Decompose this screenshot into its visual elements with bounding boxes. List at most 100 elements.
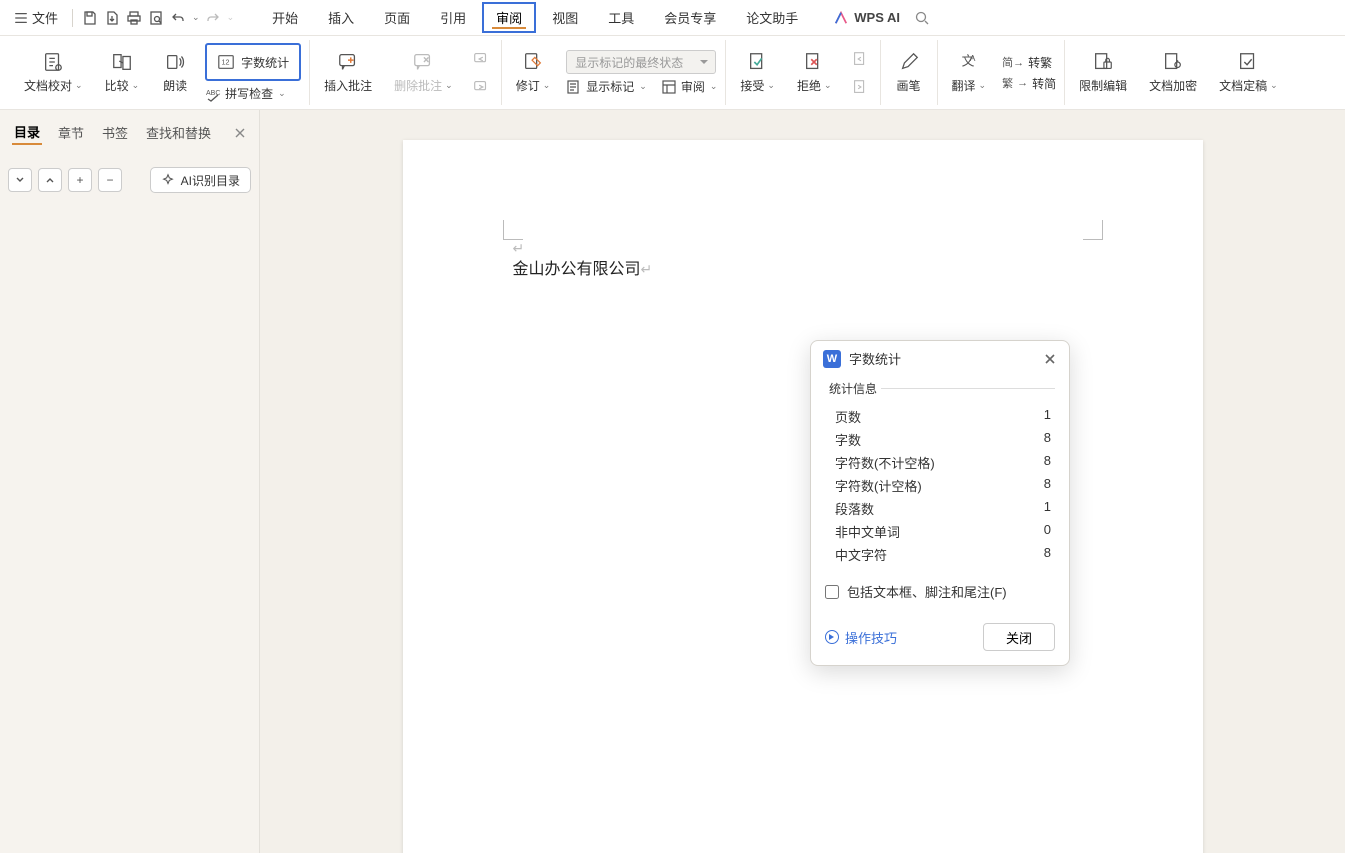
- delete-comment-icon: [412, 51, 434, 73]
- reject-label: 拒绝: [797, 77, 821, 94]
- stat-value: 8: [1044, 453, 1051, 472]
- save-icon[interactable]: [81, 9, 99, 27]
- stat-value: 0: [1044, 522, 1051, 541]
- comment-nav-stack: [469, 47, 493, 99]
- nav-tab-bookmarks[interactable]: 书签: [100, 121, 130, 144]
- tab-thesis[interactable]: 论文助手: [732, 2, 812, 33]
- close-icon: [1043, 352, 1057, 366]
- next-change-button[interactable]: [848, 75, 872, 99]
- tab-insert[interactable]: 插入: [314, 2, 368, 33]
- document-canvas[interactable]: ↵ 金山办公有限公司↵: [260, 110, 1345, 853]
- ribbon-group-proofing: 文档校对⌄ 比较⌄ 朗读 12 字数统计 ABC 拼写检查⌄: [10, 40, 310, 105]
- translate-button[interactable]: 文A 翻译⌄: [946, 47, 993, 98]
- nav-tabs: 目录 章节 书签 查找和替换: [8, 120, 251, 153]
- wps-ai-button[interactable]: WPS AI: [834, 10, 900, 25]
- speaker-icon: [164, 51, 186, 73]
- pen-button[interactable]: 画笔: [889, 47, 929, 98]
- search-icon[interactable]: [914, 10, 930, 26]
- include-textboxes-input[interactable]: [825, 585, 839, 599]
- accept-button[interactable]: 接受⌄: [734, 47, 781, 98]
- prev-comment-button[interactable]: [469, 47, 493, 71]
- restrict-editing-label: 限制编辑: [1079, 77, 1127, 94]
- to-traditional-label: 转繁: [1028, 54, 1052, 71]
- sc-tc-stack: 简→ 转繁 繁→ 转简: [1002, 54, 1056, 92]
- restrict-editing-button[interactable]: 限制编辑: [1073, 47, 1133, 98]
- print-preview-icon[interactable]: [147, 9, 165, 27]
- tips-link[interactable]: 操作技巧: [825, 628, 897, 647]
- next-comment-button[interactable]: [469, 75, 493, 99]
- remove-level-button[interactable]: −: [98, 168, 122, 192]
- content-area: 目录 章节 书签 查找和替换 + − AI识别目录: [0, 110, 1345, 853]
- tab-reference[interactable]: 引用: [426, 2, 480, 33]
- include-textboxes-label: 包括文本框、脚注和尾注(F): [847, 582, 1007, 601]
- print-icon[interactable]: [125, 9, 143, 27]
- ai-sparkle-icon: [161, 173, 175, 187]
- include-textboxes-checkbox[interactable]: 包括文本框、脚注和尾注(F): [825, 576, 1055, 603]
- tab-tools[interactable]: 工具: [594, 2, 648, 33]
- reject-button[interactable]: 拒绝⌄: [791, 47, 838, 98]
- file-menu[interactable]: 文件: [8, 4, 64, 31]
- document-text[interactable]: 金山办公有限公司↵: [513, 257, 1093, 283]
- encrypt-button[interactable]: 文档加密: [1143, 47, 1203, 98]
- spell-check-button[interactable]: ABC 拼写检查⌄: [205, 85, 301, 102]
- close-button[interactable]: 关闭: [983, 623, 1055, 651]
- expand-all-button[interactable]: [38, 168, 62, 192]
- stat-label: 字符数(不计空格): [835, 453, 935, 472]
- margin-corner: [503, 220, 523, 240]
- to-simplified-label: 转简: [1032, 75, 1056, 92]
- stat-row-chars-nospace: 字符数(不计空格) 8: [825, 451, 1055, 474]
- collapse-all-button[interactable]: [8, 168, 32, 192]
- prev-change-button[interactable]: [848, 47, 872, 71]
- finalize-button[interactable]: 文档定稿⌄: [1213, 47, 1284, 98]
- ribbon-group-changes: 接受⌄ 拒绝⌄: [726, 40, 880, 105]
- track-changes-button[interactable]: 修订⌄: [510, 47, 557, 98]
- next-comment-icon: [472, 78, 490, 96]
- delete-comment-button[interactable]: 删除批注⌄: [388, 47, 459, 98]
- display-state-select[interactable]: 显示标记的最终状态: [566, 50, 716, 74]
- track-changes-icon: [522, 51, 544, 73]
- svg-text:ABC: ABC: [206, 90, 220, 97]
- undo-button[interactable]: [169, 9, 187, 27]
- stats-group-label: 统计信息: [825, 380, 881, 397]
- nav-tab-chapters[interactable]: 章节: [56, 121, 86, 144]
- tab-member[interactable]: 会员专享: [650, 2, 730, 33]
- ai-recognize-label: AI识别目录: [181, 172, 240, 189]
- compare-button[interactable]: 比较⌄: [99, 47, 146, 98]
- translate-label: 翻译: [952, 77, 976, 94]
- wps-ai-label: WPS AI: [854, 10, 900, 25]
- insert-comment-button[interactable]: 插入批注: [318, 47, 378, 98]
- nav-close-button[interactable]: [233, 126, 247, 140]
- to-simplified-button[interactable]: 繁→ 转简: [1002, 75, 1056, 92]
- redo-dropdown[interactable]: ⌄: [227, 12, 235, 23]
- redo-button[interactable]: [204, 9, 222, 27]
- nav-controls: + − AI识别目录: [8, 167, 251, 193]
- stat-label: 字数: [835, 430, 861, 449]
- undo-dropdown[interactable]: ⌄: [192, 12, 200, 23]
- dialog-close-button[interactable]: [1043, 352, 1057, 366]
- nav-tab-find[interactable]: 查找和替换: [144, 121, 213, 144]
- word-count-button[interactable]: 12 字数统计: [205, 43, 301, 81]
- to-traditional-button[interactable]: 简→ 转繁: [1002, 54, 1056, 71]
- dialog-titlebar[interactable]: W 字数统计: [811, 341, 1069, 376]
- insert-comment-label: 插入批注: [324, 77, 372, 94]
- encrypt-icon: [1162, 51, 1184, 73]
- tab-start[interactable]: 开始: [258, 2, 312, 33]
- review-pane-button[interactable]: 审阅⌄: [661, 78, 718, 95]
- word-count-icon: 12: [217, 53, 235, 71]
- proofread-button[interactable]: 文档校对⌄: [18, 47, 89, 98]
- nav-tab-toc[interactable]: 目录: [12, 120, 42, 145]
- accept-icon: [747, 51, 769, 73]
- ai-recognize-toc-button[interactable]: AI识别目录: [150, 167, 251, 193]
- spell-check-icon: ABC: [205, 86, 221, 102]
- add-level-button[interactable]: +: [68, 168, 92, 192]
- read-aloud-button[interactable]: 朗读: [155, 47, 195, 98]
- tab-review[interactable]: 审阅: [482, 2, 536, 33]
- show-marks-button[interactable]: 显示标记⌄: [566, 78, 647, 95]
- tab-page[interactable]: 页面: [370, 2, 424, 33]
- export-icon[interactable]: [103, 9, 121, 27]
- review-pane-icon: [661, 79, 677, 95]
- stat-label: 页数: [835, 407, 861, 426]
- tab-view[interactable]: 视图: [538, 2, 592, 33]
- delete-comment-label: 删除批注: [394, 77, 442, 94]
- dialog-title: 字数统计: [849, 349, 901, 368]
